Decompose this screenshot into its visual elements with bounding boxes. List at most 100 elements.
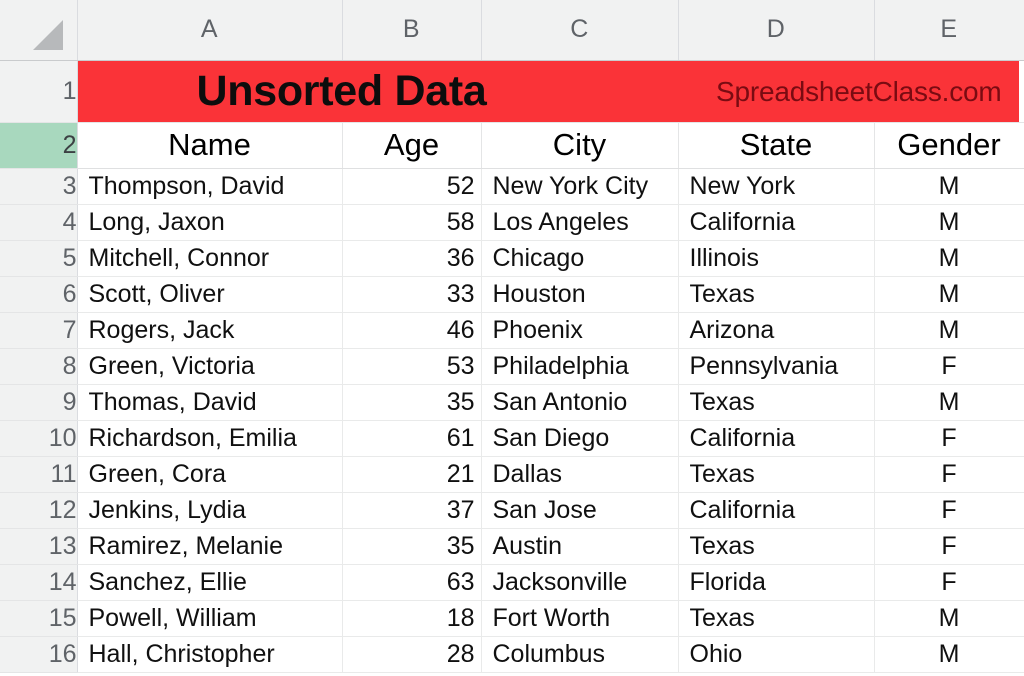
cell-name[interactable]: Hall, Christopher bbox=[77, 636, 343, 673]
cell-city[interactable]: San Antonio bbox=[481, 384, 679, 421]
cell-state[interactable]: Ohio bbox=[678, 636, 875, 673]
row-header[interactable]: 6 bbox=[0, 276, 78, 313]
row-header-2[interactable]: 2 bbox=[0, 122, 78, 169]
row-header[interactable]: 9 bbox=[0, 384, 78, 421]
column-title-city[interactable]: City bbox=[481, 122, 679, 169]
row-header-1[interactable]: 1 bbox=[0, 60, 78, 123]
cell-gender[interactable]: F bbox=[874, 456, 1024, 493]
cell-name[interactable]: Mitchell, Connor bbox=[77, 240, 343, 277]
cell-age[interactable]: 61 bbox=[342, 420, 482, 457]
cell-name[interactable]: Scott, Oliver bbox=[77, 276, 343, 313]
cell-age[interactable]: 18 bbox=[342, 600, 482, 637]
column-title-state[interactable]: State bbox=[678, 122, 875, 169]
cell-city[interactable]: Los Angeles bbox=[481, 204, 679, 241]
cell-age[interactable]: 52 bbox=[342, 168, 482, 205]
row-header[interactable]: 5 bbox=[0, 240, 78, 277]
cell-gender[interactable]: M bbox=[874, 276, 1024, 313]
cell-age[interactable]: 53 bbox=[342, 348, 482, 385]
cell-state[interactable]: California bbox=[678, 492, 875, 529]
cell-state[interactable]: Arizona bbox=[678, 312, 875, 349]
cell-age[interactable]: 35 bbox=[342, 528, 482, 565]
cell-name[interactable]: Green, Cora bbox=[77, 456, 343, 493]
cell-city[interactable]: San Diego bbox=[481, 420, 679, 457]
cell-age[interactable]: 63 bbox=[342, 564, 482, 601]
cell-city[interactable]: Dallas bbox=[481, 456, 679, 493]
column-header-d[interactable]: D bbox=[678, 0, 875, 61]
column-header-row: A B C D E bbox=[0, 0, 1024, 61]
cell-name[interactable]: Rogers, Jack bbox=[77, 312, 343, 349]
row-header[interactable]: 3 bbox=[0, 168, 78, 205]
cell-gender[interactable]: M bbox=[874, 204, 1024, 241]
row-header[interactable]: 8 bbox=[0, 348, 78, 385]
cell-name[interactable]: Sanchez, Ellie bbox=[77, 564, 343, 601]
row-header[interactable]: 16 bbox=[0, 636, 78, 673]
column-title-gender[interactable]: Gender bbox=[874, 122, 1024, 169]
cell-gender[interactable]: M bbox=[874, 168, 1024, 205]
cell-state[interactable]: Texas bbox=[678, 456, 875, 493]
cell-city[interactable]: Phoenix bbox=[481, 312, 679, 349]
cell-name[interactable]: Thompson, David bbox=[77, 168, 343, 205]
cell-city[interactable]: San Jose bbox=[481, 492, 679, 529]
cell-state[interactable]: Texas bbox=[678, 600, 875, 637]
cell-city[interactable]: Columbus bbox=[481, 636, 679, 673]
cell-city[interactable]: Houston bbox=[481, 276, 679, 313]
cell-age[interactable]: 33 bbox=[342, 276, 482, 313]
cell-gender[interactable]: M bbox=[874, 600, 1024, 637]
cell-state[interactable]: California bbox=[678, 420, 875, 457]
row-header[interactable]: 4 bbox=[0, 204, 78, 241]
cell-city[interactable]: Philadelphia bbox=[481, 348, 679, 385]
cell-age[interactable]: 21 bbox=[342, 456, 482, 493]
cell-age[interactable]: 58 bbox=[342, 204, 482, 241]
column-title-age[interactable]: Age bbox=[342, 122, 482, 169]
column-title-name[interactable]: Name bbox=[77, 122, 343, 169]
cell-gender[interactable]: M bbox=[874, 312, 1024, 349]
table-row: 3 Thompson, David 52 New York City New Y… bbox=[0, 168, 1024, 205]
cell-city[interactable]: New York City bbox=[481, 168, 679, 205]
cell-name[interactable]: Green, Victoria bbox=[77, 348, 343, 385]
row-header[interactable]: 11 bbox=[0, 456, 78, 493]
column-header-a[interactable]: A bbox=[77, 0, 343, 61]
row-header[interactable]: 12 bbox=[0, 492, 78, 529]
cell-age[interactable]: 28 bbox=[342, 636, 482, 673]
select-all-corner[interactable] bbox=[0, 0, 78, 61]
cell-state[interactable]: California bbox=[678, 204, 875, 241]
cell-gender[interactable]: F bbox=[874, 420, 1024, 457]
cell-gender[interactable]: F bbox=[874, 492, 1024, 529]
cell-city[interactable]: Chicago bbox=[481, 240, 679, 277]
cell-name[interactable]: Jenkins, Lydia bbox=[77, 492, 343, 529]
cell-name[interactable]: Richardson, Emilia bbox=[77, 420, 343, 457]
cell-city[interactable]: Fort Worth bbox=[481, 600, 679, 637]
cell-name[interactable]: Long, Jaxon bbox=[77, 204, 343, 241]
row-header[interactable]: 7 bbox=[0, 312, 78, 349]
cell-state[interactable]: Texas bbox=[678, 384, 875, 421]
cell-gender[interactable]: M bbox=[874, 636, 1024, 673]
cell-gender[interactable]: M bbox=[874, 384, 1024, 421]
cell-state[interactable]: Pennsylvania bbox=[678, 348, 875, 385]
cell-state[interactable]: Texas bbox=[678, 528, 875, 565]
cell-state[interactable]: Texas bbox=[678, 276, 875, 313]
cell-name[interactable]: Ramirez, Melanie bbox=[77, 528, 343, 565]
cell-age[interactable]: 35 bbox=[342, 384, 482, 421]
cell-gender[interactable]: F bbox=[874, 348, 1024, 385]
cell-name[interactable]: Powell, William bbox=[77, 600, 343, 637]
cell-state[interactable]: New York bbox=[678, 168, 875, 205]
cell-state[interactable]: Illinois bbox=[678, 240, 875, 277]
cell-age[interactable]: 36 bbox=[342, 240, 482, 277]
cell-gender[interactable]: F bbox=[874, 528, 1024, 565]
cell-gender[interactable]: M bbox=[874, 240, 1024, 277]
cell-city[interactable]: Austin bbox=[481, 528, 679, 565]
cell-name[interactable]: Thomas, David bbox=[77, 384, 343, 421]
column-header-e[interactable]: E bbox=[874, 0, 1024, 61]
column-header-b[interactable]: B bbox=[342, 0, 482, 61]
cell-age[interactable]: 46 bbox=[342, 312, 482, 349]
row-header[interactable]: 13 bbox=[0, 528, 78, 565]
cell-city[interactable]: Jacksonville bbox=[481, 564, 679, 601]
row-header[interactable]: 10 bbox=[0, 420, 78, 457]
title-banner-cell[interactable]: Unsorted Data SpreadsheetClass.com bbox=[77, 60, 1024, 123]
row-header[interactable]: 15 bbox=[0, 600, 78, 637]
row-header[interactable]: 14 bbox=[0, 564, 78, 601]
cell-gender[interactable]: F bbox=[874, 564, 1024, 601]
column-header-c[interactable]: C bbox=[481, 0, 679, 61]
cell-age[interactable]: 37 bbox=[342, 492, 482, 529]
cell-state[interactable]: Florida bbox=[678, 564, 875, 601]
